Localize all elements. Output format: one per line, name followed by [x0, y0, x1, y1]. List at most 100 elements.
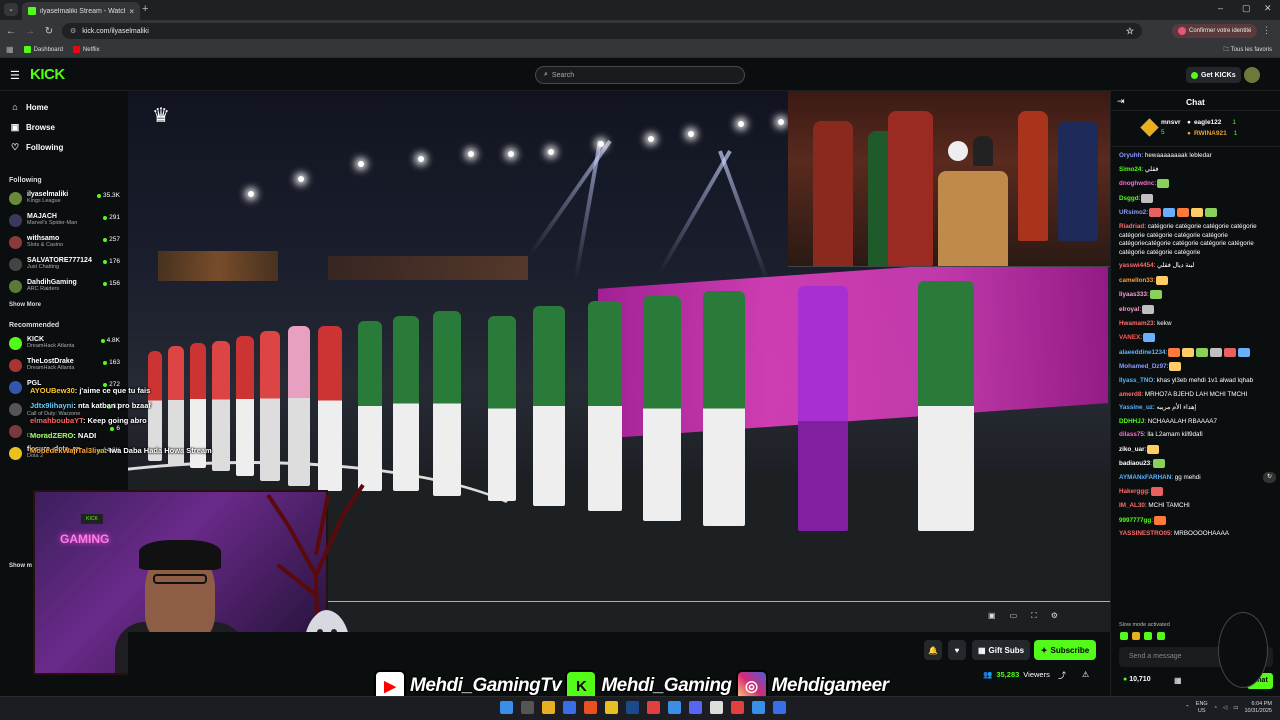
app-icon[interactable] — [752, 701, 765, 714]
nav-home[interactable]: ⌂ Home — [0, 97, 128, 117]
chat-username[interactable]: Riadriad — [1119, 223, 1144, 230]
chat-username[interactable]: badiaou23 — [1119, 460, 1150, 467]
chat-username[interactable]: Mohamed_Dz97 — [1119, 364, 1167, 371]
sidebar-channel[interactable]: TheLostDrake DreamHack Atlanta 163 — [0, 355, 128, 377]
chat-username[interactable]: camellon33 — [1119, 277, 1153, 284]
language-indicator[interactable]: ENG US — [1196, 701, 1208, 715]
fullscreen-icon[interactable]: ⛶ — [1031, 611, 1037, 621]
kick-logo[interactable]: KICK — [30, 66, 65, 83]
apps-icon[interactable]: ▦ — [6, 45, 14, 54]
reload-icon[interactable]: ↻ — [41, 26, 57, 37]
sidebar-channel[interactable]: withsamo Slots & Casino 257 — [0, 232, 128, 254]
close-window-icon[interactable]: ✕ — [1264, 3, 1272, 14]
kick-favicon-icon — [28, 7, 36, 15]
new-tab-button[interactable]: + — [142, 3, 148, 15]
sidebar-channel[interactable]: MAJACH Marvel's Spider-Man 291 — [0, 210, 128, 232]
chat-username[interactable]: URsimo2 — [1119, 210, 1146, 217]
chat-username[interactable]: alaeeddine1234 — [1119, 349, 1166, 356]
minimize-icon[interactable]: – — [1218, 3, 1223, 13]
url-field[interactable]: ⚙ kick.com/ilyaselmaliki ☆ — [62, 23, 1142, 39]
nav-browse[interactable]: ▣ Browse — [0, 117, 128, 137]
nav-following[interactable]: ♡ Following — [0, 137, 128, 157]
chat-username[interactable]: Yassine_uz — [1119, 404, 1153, 411]
search-input[interactable]: ⌕ Search — [535, 66, 745, 84]
hamburger-menu-icon[interactable]: ☰ — [10, 69, 20, 82]
gift-subs-button[interactable]: ▦ Gift Subs — [972, 640, 1030, 660]
bookmark-star-icon[interactable]: ☆ — [1126, 26, 1134, 37]
sidebar-channel[interactable]: SALVATORE777124 Just Chatting 176 — [0, 254, 128, 276]
sidebar-channel[interactable]: KICK DreamHack Atlanta 4.8K — [0, 333, 128, 355]
forward-icon[interactable]: → — [22, 26, 38, 37]
chrome-icon[interactable] — [710, 701, 723, 714]
taskbar-apps — [500, 701, 786, 714]
app-icon[interactable] — [731, 701, 744, 714]
battery-icon[interactable]: ▭ — [1233, 705, 1238, 711]
app-icon[interactable] — [668, 701, 681, 714]
get-kicks-button[interactable]: Get KICKs — [1186, 67, 1241, 83]
tab-list-button[interactable]: ⌄ — [4, 3, 18, 16]
chat-emote — [1142, 304, 1155, 314]
bookmark-dashboard[interactable]: Dashboard — [23, 46, 63, 53]
chat-username[interactable]: yasswi4454 — [1119, 262, 1154, 269]
file-explorer-icon[interactable] — [542, 701, 555, 714]
show-more-button[interactable]: Show More — [0, 298, 128, 312]
chat-username[interactable]: Ilyass_TNO — [1119, 377, 1153, 384]
close-tab-icon[interactable]: × — [129, 7, 134, 16]
app-icon[interactable] — [773, 701, 786, 714]
chat-username[interactable]: IM_AL30 — [1119, 502, 1145, 509]
clock[interactable]: 6:04 PM 10/31/2025 — [1244, 701, 1272, 715]
back-icon[interactable]: ← — [3, 26, 19, 37]
wifi-icon[interactable]: ◔ — [1214, 705, 1217, 711]
overlay-chat-text: : NADI — [73, 431, 97, 440]
bookmark-netflix[interactable]: Netflix — [72, 46, 100, 53]
search-icon[interactable] — [521, 701, 534, 714]
menu-dots-icon[interactable]: ⋮ — [1262, 25, 1271, 36]
chat-username[interactable]: Hakerggg — [1119, 489, 1148, 496]
follow-heart-icon[interactable]: ♥ — [948, 640, 966, 660]
start-icon[interactable] — [500, 701, 513, 714]
steam-icon[interactable] — [626, 701, 639, 714]
chat-username[interactable]: dilass75 — [1119, 431, 1144, 438]
subscribe-button[interactable]: ✦ Subscribe — [1034, 640, 1096, 660]
scroll-chat-icon[interactable]: ↻ — [1263, 472, 1276, 483]
chat-username[interactable]: DDHHJJ — [1119, 418, 1144, 425]
volume-icon[interactable]: ◁ — [1223, 705, 1227, 711]
collapse-chat-icon[interactable]: ⇥ — [1117, 96, 1125, 107]
user-avatar[interactable] — [1244, 67, 1260, 83]
app-icon[interactable] — [563, 701, 576, 714]
chat-username[interactable]: ziko_uar — [1119, 446, 1145, 453]
chat-username[interactable]: Iiyaas333 — [1119, 291, 1147, 298]
chat-username[interactable]: elroyal — [1119, 306, 1139, 313]
gift-icon[interactable]: ▦ — [1174, 676, 1182, 685]
identity-button[interactable]: Confirmer votre identité — [1172, 24, 1258, 38]
live-dot-icon — [103, 281, 108, 286]
settings-gear-icon[interactable]: ⚙ — [1051, 611, 1058, 621]
sidebar-channel[interactable]: DahdihGaming ARC Raiders 156 — [0, 276, 128, 298]
chat-username[interactable]: YASSINESTRO05 — [1119, 530, 1171, 537]
app-icon[interactable] — [605, 701, 618, 714]
chat-username[interactable]: Oryuhh — [1119, 152, 1141, 159]
theater-mode-icon[interactable]: ▭ — [1010, 611, 1018, 621]
report-icon[interactable]: ⚠ — [1082, 670, 1089, 679]
site-info-icon[interactable]: ⚙ — [70, 27, 76, 35]
chat-username[interactable]: Simo24 — [1119, 166, 1141, 173]
chat-username[interactable]: VANEX — [1119, 334, 1140, 341]
chat-username[interactable]: Dsggd — [1119, 195, 1139, 202]
tray-chevron-icon[interactable]: ⌃ — [1185, 705, 1190, 711]
chat-username[interactable]: 9997777gg — [1119, 517, 1151, 524]
clip-icon[interactable]: ▣ — [988, 611, 996, 621]
browser-tab[interactable]: ilyaselmaliki Stream - Watch Li × — [22, 2, 140, 20]
chat-username[interactable]: dnoghwdnc — [1119, 180, 1154, 187]
chat-username[interactable]: amerd8 — [1119, 391, 1141, 398]
chat-username[interactable]: AYMANxFARHAN — [1119, 474, 1171, 481]
sidebar-channel[interactable]: ilyaselmaliki Kings League 35.3K — [0, 188, 128, 210]
overlay-chat-text: : Keep going abro — [82, 416, 147, 425]
app-icon[interactable] — [647, 701, 660, 714]
all-bookmarks[interactable]: 🗀 Tous les favoris — [1223, 45, 1272, 55]
discord-icon[interactable] — [689, 701, 702, 714]
notification-bell-icon[interactable]: 🔔 — [924, 640, 942, 660]
share-icon[interactable]: ⤴ — [1058, 670, 1066, 681]
app-icon[interactable] — [584, 701, 597, 714]
maximize-icon[interactable]: ▢ — [1242, 3, 1251, 14]
chat-username[interactable]: Hwamam23 — [1119, 320, 1154, 327]
